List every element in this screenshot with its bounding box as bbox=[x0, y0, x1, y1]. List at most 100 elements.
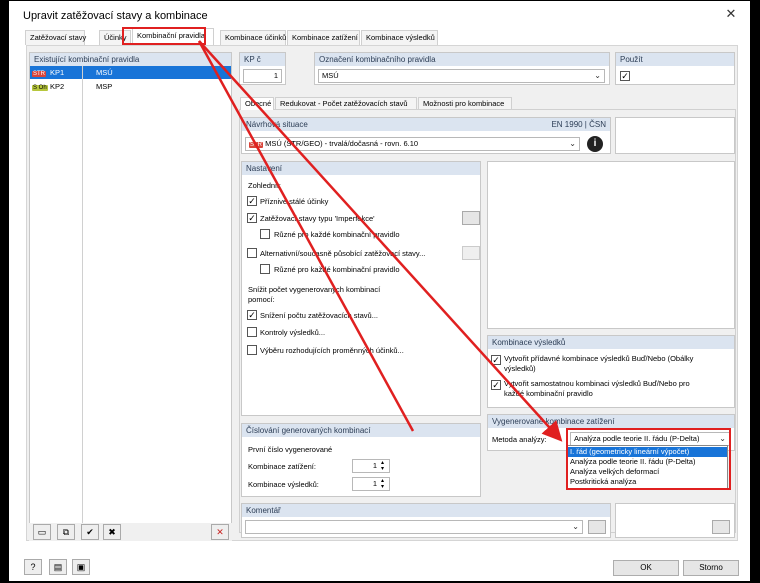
numbering-group: Číslování generovaných kombinací První č… bbox=[241, 423, 481, 497]
check-results-checkbox[interactable] bbox=[247, 327, 257, 337]
rules-list-header: Existující kombinační pravidla bbox=[30, 53, 231, 66]
delete-icon[interactable]: ✕ bbox=[211, 524, 229, 540]
imperfection-each-label: Různé pro každé kombinační pravidlo bbox=[274, 230, 400, 239]
copy-rule-icon[interactable]: ⧉ bbox=[57, 524, 75, 540]
edit-button[interactable] bbox=[712, 520, 730, 534]
cancel-button[interactable]: Storno bbox=[683, 560, 739, 576]
comment-group: Komentář ⌄ bbox=[241, 503, 611, 538]
rule-name-dropdown[interactable]: MSÚ ⌄ bbox=[318, 69, 605, 83]
reduce-lc-label: Snížení počtu zatěžovacích stavů... bbox=[260, 311, 378, 320]
rule-row[interactable]: STR KP1 MSÚ bbox=[30, 66, 231, 79]
subtab-options[interactable]: Možnosti pro kombinace bbox=[418, 97, 512, 109]
comment-import-button[interactable] bbox=[588, 520, 606, 534]
close-button[interactable]: ✕ bbox=[721, 5, 741, 23]
load-combo-number-label: Kombinace zatížení: bbox=[248, 462, 316, 471]
first-number-label: První číslo vygenerované bbox=[248, 445, 333, 454]
blank-panel-bottom-right bbox=[615, 503, 735, 538]
use-checkbox[interactable]: ✓ bbox=[620, 71, 630, 81]
load-combo-number-field[interactable]: 1 bbox=[352, 459, 390, 473]
generated-load-combos-header: Vygenerované kombinace zatížení bbox=[488, 415, 734, 428]
alternative-each-checkbox[interactable] bbox=[260, 264, 270, 274]
rule-name: MSP bbox=[96, 82, 113, 91]
check-icon[interactable]: ✔ bbox=[81, 524, 99, 540]
tab-result-combinations[interactable]: Kombinace výsledků bbox=[361, 30, 438, 45]
str-tag: STR bbox=[32, 71, 46, 77]
settings-header: Nastavení bbox=[242, 162, 480, 175]
separate-combo-label: Vytvořit samostatnou kombinaci výsledků … bbox=[504, 379, 690, 398]
numbering-header: Číslování generovaných kombinací bbox=[242, 424, 480, 437]
str-tag: STR bbox=[249, 142, 263, 148]
norm-label: EN 1990 | ČSN bbox=[551, 120, 606, 129]
analysis-method-label: Metoda analýzy: bbox=[492, 435, 547, 444]
rule-name-value: MSÚ bbox=[322, 71, 339, 80]
settings-group: Nastavení Zohlednit: ✓ Příznivé stálé úč… bbox=[241, 161, 481, 416]
annotation-dropdown-highlight bbox=[566, 428, 731, 490]
separate-combo-checkbox[interactable]: ✓ bbox=[491, 380, 501, 390]
chevron-down-icon: ⌄ bbox=[594, 71, 601, 80]
sls-tag: S Oh bbox=[32, 85, 48, 91]
alternative-label: Alternativní/současně působící zatěžovac… bbox=[260, 249, 426, 258]
imperfection-edit-button[interactable] bbox=[462, 211, 480, 225]
dialog-window: Upravit zatěžovací stavy a kombinace ✕ Z… bbox=[9, 1, 750, 581]
design-situation-group: Návrhová situace EN 1990 | ČSN STR MSÚ (… bbox=[241, 117, 611, 154]
subtab-reduce[interactable]: Redukovat - Počet zatěžovacích stavů bbox=[275, 97, 417, 109]
imperfection-checkbox[interactable]: ✓ bbox=[247, 213, 257, 223]
alternative-edit-button[interactable] bbox=[462, 246, 480, 260]
envelope-checkbox[interactable]: ✓ bbox=[491, 355, 501, 365]
window-title: Upravit zatěžovací stavy a kombinace bbox=[23, 10, 208, 22]
design-situation-dropdown[interactable]: STR MSÚ (STR/GEO) - trvalá/dočasná - rov… bbox=[245, 137, 580, 151]
result-combos-group: Kombinace výsledků ✓ Vytvořit přídavné k… bbox=[487, 335, 735, 408]
design-situation-label: Návrhová situace bbox=[246, 120, 308, 129]
column-divider bbox=[82, 66, 83, 541]
result-combos-header: Kombinace výsledků bbox=[488, 336, 734, 349]
info-icon[interactable]: i bbox=[587, 136, 603, 152]
tab-load-cases[interactable]: Zatěžovací stavy bbox=[25, 30, 86, 45]
favorable-label: Příznivé stálé účinky bbox=[260, 197, 329, 206]
open-icon[interactable]: ▤ bbox=[49, 559, 67, 575]
rule-id: KP2 bbox=[50, 82, 65, 91]
select-actions-checkbox[interactable] bbox=[247, 345, 257, 355]
save-icon[interactable]: ▣ bbox=[72, 559, 90, 575]
result-combo-number-field[interactable]: 1 bbox=[352, 477, 390, 491]
reduce-label: Snížit počet vygenerovaných kombinací po… bbox=[248, 285, 381, 304]
rule-name-label: Označení kombinačního pravidla bbox=[315, 53, 609, 66]
consider-label: Zohlednit: bbox=[248, 181, 281, 190]
rule-row[interactable]: S Oh KP2 MSP bbox=[30, 80, 231, 93]
new-rule-icon[interactable]: ▭ bbox=[33, 524, 51, 540]
alternative-each-label: Různé pro každé kombinační pravidlo bbox=[274, 265, 400, 274]
help-icon[interactable]: ? bbox=[24, 559, 42, 575]
tab-load-combinations[interactable]: Kombinace zatížení bbox=[287, 30, 360, 45]
subtab-general[interactable]: Obecné bbox=[240, 97, 274, 110]
comment-header: Komentář bbox=[242, 504, 610, 517]
chevron-down-icon: ⌄ bbox=[569, 139, 576, 148]
kp-number-box: KP č 1 bbox=[239, 52, 286, 85]
design-situation-header: Návrhová situace EN 1990 | ČSN bbox=[242, 118, 610, 131]
reduce-lc-checkbox[interactable]: ✓ bbox=[247, 310, 257, 320]
comment-dropdown[interactable]: ⌄ bbox=[245, 520, 583, 534]
bottom-bar: ? ▤ ▣ OK Storno bbox=[9, 554, 750, 581]
use-box: Použít ✓ bbox=[615, 52, 735, 85]
spinner-icon[interactable]: ▴ ▾ bbox=[381, 460, 384, 472]
blank-panel-top-right bbox=[615, 117, 735, 154]
rule-name: MSÚ bbox=[96, 68, 113, 77]
blank-panel-middle-right bbox=[487, 161, 735, 329]
favorable-checkbox[interactable]: ✓ bbox=[247, 196, 257, 206]
rules-toolbar: ▭ ⧉ ✔ ✖ ✕ bbox=[29, 523, 232, 541]
imperfection-label: Zatěžovací stavy typu 'Imperfekce' bbox=[260, 214, 375, 223]
annotation-tab-highlight bbox=[122, 27, 206, 45]
envelope-label: Vytvořit přídavné kombinace výsledků Buď… bbox=[504, 354, 694, 373]
chevron-down-icon: ⌄ bbox=[572, 522, 579, 531]
sub-tabs: Obecné Redukovat - Počet zatěžovacích st… bbox=[240, 97, 738, 110]
kp-number-field[interactable]: 1 bbox=[243, 69, 282, 83]
tab-action-combinations[interactable]: Kombinace účinků bbox=[220, 30, 286, 45]
check-results-label: Kontroly výsledků... bbox=[260, 328, 326, 337]
spinner-icon[interactable]: ▴ ▾ bbox=[381, 478, 384, 490]
rule-id: KP1 bbox=[50, 68, 65, 77]
imperfection-each-checkbox[interactable] bbox=[260, 229, 270, 239]
rule-name-box: Označení kombinačního pravidla MSÚ ⌄ bbox=[314, 52, 610, 85]
alternative-checkbox[interactable] bbox=[247, 248, 257, 258]
design-situation-value: MSÚ (STR/GEO) - trvalá/dočasná - rovn. 6… bbox=[265, 139, 419, 148]
ok-button[interactable]: OK bbox=[613, 560, 679, 576]
result-combo-number-label: Kombinace výsledků: bbox=[248, 480, 319, 489]
uncheck-icon[interactable]: ✖ bbox=[103, 524, 121, 540]
